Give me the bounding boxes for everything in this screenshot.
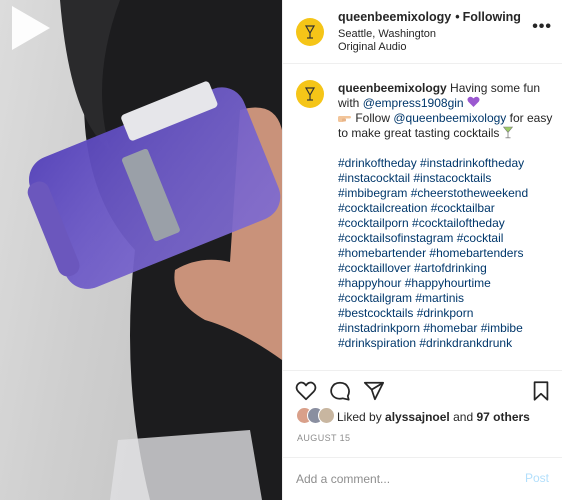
play-icon[interactable] [0,0,56,56]
comment-bar: Post [283,457,562,500]
post-header: queenbeemixology • Following Seattle, Wash… [283,0,562,64]
heart-icon[interactable] [295,380,317,402]
hashtag-line[interactable]: #instadrinkporn #homebar #imbibe [338,321,553,336]
likes-conjunction: and [453,410,474,424]
caption-text: queenbeemixology Having some fun with @e… [338,81,553,351]
hashtag-list: #drinkoftheday #instadrinkoftheday #inst… [338,156,553,351]
hashtag-line[interactable]: #imbibegram #cheerstotheweekend [338,186,553,201]
likes-text: Liked by alyssajnoel and 97 others [337,410,530,424]
post-details-panel: queenbeemixology • Following Seattle, Wash… [282,0,562,500]
caption-username[interactable]: queenbeemixology [338,81,447,95]
bookmark-icon[interactable] [530,380,552,402]
post-comment-button[interactable]: Post [525,471,549,485]
hashtag-line[interactable]: #cocktailgram #martinis [338,291,553,306]
caption-avatar[interactable] [296,80,324,108]
comment-input[interactable] [296,469,506,489]
more-options-icon[interactable]: ••• [532,19,552,35]
post-date[interactable]: AUGUST 15 [297,433,350,443]
hashtag-line[interactable]: #drinkoftheday #instadrinkoftheday [338,156,553,171]
profile-avatar[interactable] [296,18,324,46]
hashtag-line[interactable]: #bestcocktails #drinkporn [338,306,553,321]
purple-heart-icon [467,96,480,107]
hashtag-line[interactable]: #cocktailsofinstagram #cocktail [338,231,553,246]
hashtag-line[interactable]: #drinkspiration #drinkdrankdrunk [338,336,553,351]
hashtag-line[interactable]: #homebartender #homebartenders [338,246,553,261]
pointing-hand-icon [338,116,351,122]
likes-row: Liked by alyssajnoel and 97 others [283,404,562,426]
liker-username[interactable]: alyssajnoel [385,410,450,424]
video-frame-image [27,0,282,500]
action-bar [283,370,562,406]
hashtag-line[interactable]: #cocktailcreation #cocktailbar [338,201,553,216]
location-link[interactable]: Seattle, Washington [338,28,436,40]
header-separator: • [455,10,460,24]
audio-link[interactable]: Original Audio [338,41,407,53]
following-button[interactable]: Following [463,10,521,24]
bee-logo-icon [304,25,316,39]
hashtag-line[interactable]: #cocktailporn #cocktailoftheday [338,216,553,231]
caption-text-2: Follow [355,111,391,125]
liker-avatar[interactable] [318,407,335,424]
cocktail-glass-icon [502,126,513,139]
mention-link[interactable]: @queenbeemixology [393,111,506,125]
likes-others-link[interactable]: 97 others [476,410,529,424]
hashtag-line[interactable]: #instacocktail #instacocktails [338,171,553,186]
caption-area: queenbeemixology Having some fun with @e… [283,64,562,370]
comment-icon[interactable] [329,380,351,402]
instagram-post-window: queenbeemixology • Following Seattle, Wash… [0,0,562,500]
hashtag-line[interactable]: #cocktaillover #artofdrinking [338,261,553,276]
mention-link[interactable]: @empress1908gin [363,96,464,110]
likes-prefix: Liked by [337,410,382,424]
share-icon[interactable] [363,380,385,402]
header-line: queenbeemixology • Following [338,10,521,24]
post-video[interactable] [0,0,282,500]
hashtag-line[interactable]: #happyhour #happyhourtime [338,276,553,291]
header-username[interactable]: queenbeemixology [338,10,451,24]
bee-logo-icon [304,87,316,101]
